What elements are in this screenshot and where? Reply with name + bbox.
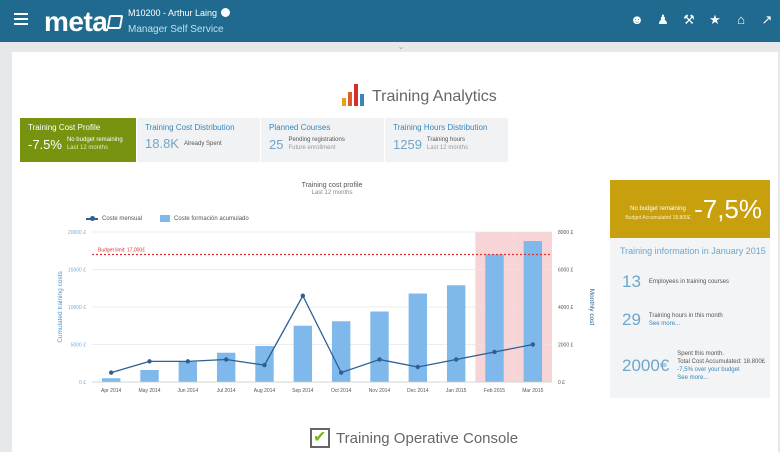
star-icon[interactable]: ★ xyxy=(702,12,728,28)
user-role: Manager Self Service xyxy=(128,24,224,35)
checklist-icon xyxy=(310,427,330,448)
stat-desc: Training hours in this month xyxy=(648,313,723,319)
y2-tick-label: 6000 £ xyxy=(558,268,574,274)
y-tick-label: 5000 £ xyxy=(71,343,87,349)
y-tick-label: 20000 £ xyxy=(68,230,86,236)
line-point xyxy=(185,359,191,364)
line-point xyxy=(300,293,306,298)
budget-card: No budget remaining Budget Accumulated 1… xyxy=(610,180,770,398)
x-tick-label: Sep 2014 xyxy=(292,388,314,394)
line-point xyxy=(108,370,114,375)
training-cost-chart: 0 £ 5000 £ 10000 £ 15000 £ 20000 £ 0 £ 2000 £ 4… xyxy=(57,230,595,394)
x-tick-label: Nov 2014 xyxy=(369,388,391,394)
line-point xyxy=(492,349,497,355)
bar xyxy=(178,361,198,382)
stat-desc: Employees in training courses xyxy=(648,279,729,285)
menu-icon[interactable] xyxy=(14,13,28,27)
x-tick-label: Aug 2014 xyxy=(254,388,276,394)
stat-hours: 29 Training hours in this month See more.… xyxy=(622,310,723,330)
y2-tick-label: 4000 £ xyxy=(558,305,574,311)
y-tick-label: 0 £ xyxy=(79,380,86,386)
top-bar: meta M10200 - Arthur Laing Manager Self … xyxy=(0,0,780,42)
stat-employees: 13 Employees in training courses xyxy=(622,272,729,292)
y-tick-label: 15000 £ xyxy=(68,268,86,274)
training-info: Training information in January 2015 13 … xyxy=(610,238,770,398)
see-more-link[interactable]: See more... xyxy=(649,320,723,328)
y2-tick-label: 0 £ xyxy=(558,380,565,386)
logo[interactable]: meta xyxy=(44,6,124,38)
x-tick-label: Jan 2015 xyxy=(446,388,467,394)
line-point xyxy=(223,357,229,362)
x-tick-label: May 2014 xyxy=(139,388,161,394)
line-point xyxy=(453,357,459,362)
budget-card-header: No budget remaining Budget Accumulated 1… xyxy=(610,180,770,238)
arrow-icon[interactable]: ↗ xyxy=(754,12,780,28)
x-tick-label: Apr 2014 xyxy=(101,388,122,394)
y-tick-label: 10000 £ xyxy=(68,305,86,311)
see-more-link[interactable]: See more... xyxy=(677,374,765,382)
x-tick-label: Mar 2015 xyxy=(522,388,543,394)
stat-number: 2000€ xyxy=(622,356,670,375)
stat-desc: Spent this month. xyxy=(677,351,724,357)
line-point xyxy=(415,364,421,370)
stat-number: 13 xyxy=(622,272,641,291)
budget-percentage: -7,5% xyxy=(694,194,762,224)
main-panel: Training Analytics Training Cost Profile… xyxy=(12,52,778,452)
stat-total: Total Cost Accumulated: 18.800£ xyxy=(677,359,766,365)
collapse-toggle[interactable]: ⌄ xyxy=(392,42,410,51)
bar xyxy=(446,285,466,382)
line-point xyxy=(377,357,382,362)
bar xyxy=(293,325,313,382)
y2-tick-label: 8000 £ xyxy=(558,230,574,236)
bar xyxy=(140,370,159,382)
budget-accumulated: Budget Accumulated 18.800£ xyxy=(625,215,691,221)
bar xyxy=(216,352,236,382)
budget-status: No budget remaining xyxy=(630,206,686,212)
user-dropdown-icon[interactable] xyxy=(221,8,231,17)
section-header: Training Operative Console xyxy=(310,427,519,448)
home-icon[interactable]: ⌂ xyxy=(728,12,754,28)
training-info-title: Training information in January 2015 xyxy=(620,246,766,256)
profile-icon[interactable]: ♟ xyxy=(650,12,676,28)
stat-over-budget: -7,5% over your budget xyxy=(677,367,740,373)
y2-axis-title: Monthly cost xyxy=(588,289,595,326)
x-tick-label: Jun 2014 xyxy=(178,388,199,394)
user-icon[interactable]: ☻ xyxy=(624,12,650,28)
x-tick-label: Oct 2014 xyxy=(331,388,352,394)
x-tick-label: Jul 2014 xyxy=(217,388,236,394)
bar xyxy=(523,241,543,382)
budget-label: Budget limit: 17,000£ xyxy=(98,248,145,254)
line-point xyxy=(530,342,536,347)
bar xyxy=(485,254,504,382)
x-tick-label: Feb 2015 xyxy=(484,388,505,394)
user-name[interactable]: M10200 - Arthur Laing xyxy=(128,8,231,18)
bar xyxy=(370,311,389,382)
section-title: Training Operative Console xyxy=(336,429,519,447)
line-point xyxy=(338,370,344,375)
y2-tick-label: 2000 £ xyxy=(558,343,574,349)
y-axis-title: Cumulated training costs xyxy=(57,270,64,342)
stat-spent: 2000€ Spent this month. Total Cost Accum… xyxy=(622,350,765,382)
tools-icon[interactable]: ⚒ xyxy=(676,12,702,28)
bar xyxy=(101,378,121,382)
stat-number: 29 xyxy=(622,310,641,329)
x-tick-label: Dec 2014 xyxy=(407,388,429,394)
line-point xyxy=(262,362,267,368)
header-toolbar: ☻ ♟ ⚒ ★ ⌂ ↗ xyxy=(624,12,780,28)
line-point xyxy=(147,359,152,364)
